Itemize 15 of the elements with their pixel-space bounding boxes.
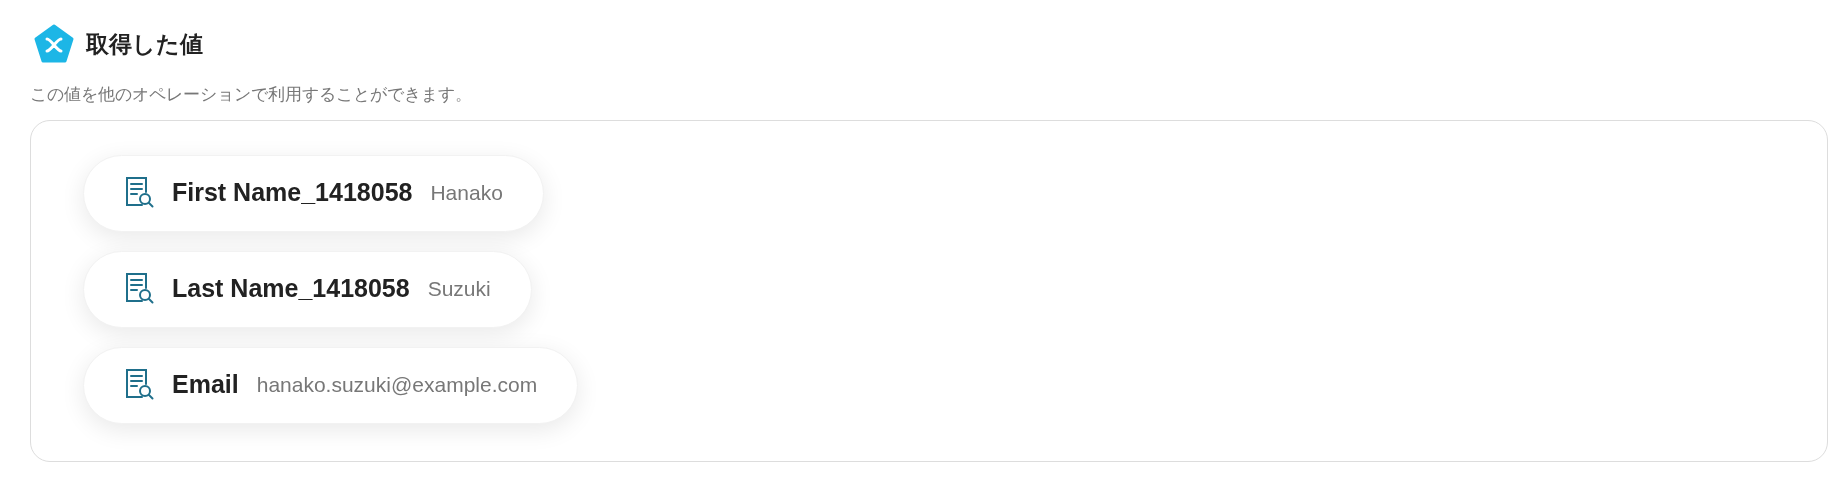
document-search-icon (124, 368, 154, 402)
value-text: Suzuki (427, 276, 491, 303)
value-chip[interactable]: Email hanako.suzuki@example.com (83, 346, 579, 424)
value-text: hanako.suzuki@example.com (256, 372, 538, 399)
value-label: Last Name_1418058 (172, 273, 410, 305)
section-title: 取得した値 (86, 29, 203, 59)
value-chip[interactable]: First Name_1418058 Hanako (83, 154, 544, 232)
value-text: Hanako (430, 180, 503, 207)
section-description: この値を他のオペレーションで利用することができます。 (30, 84, 473, 106)
value-label: Email (172, 369, 239, 401)
logo-icon (34, 24, 74, 64)
value-chip[interactable]: Last Name_1418058 Suzuki (83, 250, 532, 328)
value-label: First Name_1418058 (172, 177, 413, 209)
document-search-icon (124, 176, 154, 210)
document-search-icon (124, 272, 154, 306)
